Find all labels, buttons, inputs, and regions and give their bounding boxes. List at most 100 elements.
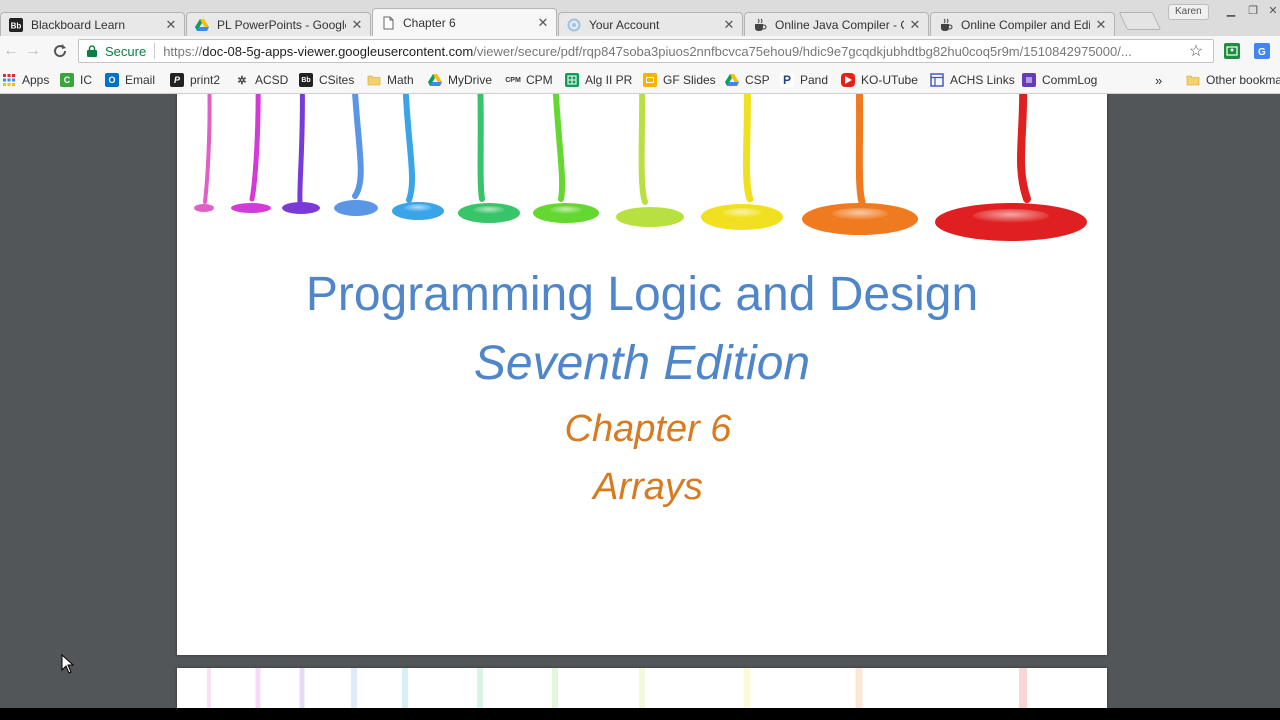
apps-grid-icon <box>2 73 16 87</box>
google-drive-icon <box>428 73 442 87</box>
bookmark-star-icon[interactable]: ☆ <box>1187 41 1205 61</box>
tab-title: Chapter 6 <box>403 15 456 30</box>
bookmark-csites[interactable]: Bb CSites <box>299 71 354 89</box>
extension-translate-icon[interactable]: G <box>1254 43 1270 59</box>
bookmark-mydrive[interactable]: MyDrive <box>428 71 492 89</box>
url-text[interactable]: https://doc-08-5g-apps-viewer.googleuser… <box>163 44 1187 59</box>
bookmark-label: CommLog <box>1042 73 1098 87</box>
paint-drips-faded-image <box>207 668 1027 708</box>
bookmark-commlog[interactable]: CommLog <box>1022 71 1097 89</box>
bookmark-label: MyDrive <box>448 73 492 87</box>
slide-topic: Arrays <box>593 466 703 508</box>
cpm-icon: CPM <box>505 76 521 84</box>
tab-title: Your Account <box>589 17 660 32</box>
bookmark-math[interactable]: Math <box>367 71 414 89</box>
bookmark-other-bookmarks[interactable]: Other bookma <box>1186 71 1280 89</box>
bookmark-label: ACSD <box>255 73 289 87</box>
sites-icon <box>930 73 944 87</box>
bookmark-csp[interactable]: CSP <box>725 71 770 89</box>
bookmark-label: Email <box>125 73 156 87</box>
blackboard-icon: Bb <box>9 17 23 32</box>
bookmark-label: CSP <box>745 73 770 87</box>
bookmark-label: GF Slides <box>663 73 716 87</box>
lock-icon[interactable] <box>87 45 97 57</box>
sheets-icon <box>565 73 579 87</box>
close-icon[interactable]: ✕ <box>908 17 922 32</box>
svg-text:Bb: Bb <box>11 21 22 30</box>
svg-text:G: G <box>1258 47 1266 58</box>
browser-toolbar: ← → Secure https://doc-08-5g-apps-viewer… <box>0 36 1280 66</box>
bookmark-label: Alg II PR <box>585 73 633 87</box>
google-drive-icon <box>195 18 209 32</box>
bookmark-acsd[interactable]: ✲ ACSD <box>235 71 288 89</box>
close-icon[interactable]: ✕ <box>164 17 178 32</box>
print-icon: P <box>170 73 184 87</box>
outlook-icon: O <box>105 73 119 87</box>
close-icon[interactable]: ✕ <box>722 17 736 32</box>
bottom-edge <box>0 708 1280 720</box>
bookmarks-overflow-button[interactable]: » <box>1155 71 1162 89</box>
tabs: Bb Blackboard Learn ✕ PL PowerPoints - G… <box>0 8 1116 36</box>
bookmark-label: Math <box>387 73 414 87</box>
forward-icon[interactable]: → <box>22 40 44 62</box>
slide-title: Programming Logic and Design <box>305 268 979 321</box>
new-tab-button[interactable] <box>1118 12 1162 30</box>
bookmark-pand[interactable]: P Pand <box>780 71 828 89</box>
tab-title: Blackboard Learn <box>31 17 126 32</box>
close-icon[interactable]: ✕ <box>350 17 364 32</box>
bookmark-label: CSites <box>319 73 355 87</box>
secure-label: Secure <box>105 43 147 59</box>
bookmark-email[interactable]: O Email <box>105 71 155 89</box>
url-scheme: https:// <box>163 43 203 59</box>
tab-pl-powerpoints[interactable]: PL PowerPoints - Google ✕ <box>186 12 371 36</box>
bookmark-label: ACHS Links <box>950 73 1015 87</box>
bookmark-apps[interactable]: Apps <box>2 71 49 89</box>
bookmark-ko-utube[interactable]: KO-UTube <box>841 71 918 89</box>
paint-drips-image <box>194 94 1087 241</box>
tab-online-compiler-editor[interactable]: Online Compiler and Edi ✕ <box>930 12 1115 36</box>
acsd-icon: ✲ <box>237 74 247 87</box>
extension-classroom-icon[interactable] <box>1224 43 1240 59</box>
tab-online-java-compiler[interactable]: Online Java Compiler - C ✕ <box>744 12 929 36</box>
slide-chapter: Chapter 6 <box>564 408 732 450</box>
restore-icon[interactable]: ❐ <box>1242 4 1264 20</box>
bookmark-label: print2 <box>190 73 221 87</box>
pdf-page-2 <box>177 668 1107 708</box>
close-icon[interactable]: ✕ <box>1094 17 1108 32</box>
tab-chapter-6[interactable]: Chapter 6 ✕ <box>372 8 557 36</box>
bookmark-ic[interactable]: C IC <box>60 71 92 89</box>
bookmark-alg-ii-pr[interactable]: Alg II PR <box>565 71 632 89</box>
bookmark-achs-links[interactable]: ACHS Links <box>930 71 1015 89</box>
tab-title: Online Java Compiler - C <box>775 17 904 32</box>
tab-your-account[interactable]: Your Account ✕ <box>558 12 743 36</box>
blackboard-icon: Bb <box>299 73 313 87</box>
pandora-icon: P <box>780 73 794 87</box>
address-bar[interactable]: Secure https://doc-08-5g-apps-viewer.goo… <box>78 39 1214 63</box>
close-icon[interactable]: ✕ <box>536 15 550 30</box>
profile-button[interactable]: Karen <box>1168 4 1209 20</box>
coffee-cup-icon <box>939 18 953 32</box>
bookmark-print2[interactable]: P print2 <box>170 71 220 89</box>
bookmarks-bar: Apps C IC O Email P print2 ✲ ACSD Bb CSi… <box>0 66 1280 94</box>
coffee-cup-icon <box>753 18 767 32</box>
pdf-page-1: Programming Logic and Design Seventh Edi… <box>177 94 1107 655</box>
tab-blackboard[interactable]: Bb Blackboard Learn ✕ <box>0 12 185 36</box>
infinite-campus-icon: C <box>60 73 74 87</box>
close-window-icon[interactable]: ✕ <box>1262 4 1280 20</box>
bookmark-label: CPM <box>526 73 553 87</box>
url-host: doc-08-5g-apps-viewer.googleusercontent.… <box>202 43 474 59</box>
back-icon[interactable]: ← <box>0 40 22 62</box>
bookmark-cpm[interactable]: CPM CPM <box>505 71 553 89</box>
bookmark-label: Apps <box>22 73 50 87</box>
google-drive-icon <box>725 73 739 87</box>
reload-icon[interactable] <box>49 40 71 62</box>
youtube-icon <box>841 73 855 87</box>
bookmark-label: Other bookma <box>1206 73 1280 87</box>
tab-strip: Bb Blackboard Learn ✕ PL PowerPoints - G… <box>0 0 1280 36</box>
minimize-icon[interactable]: ▁ <box>1220 4 1242 20</box>
bookmark-gf-slides[interactable]: GF Slides <box>643 71 716 89</box>
pdf-viewer[interactable]: Programming Logic and Design Seventh Edi… <box>0 94 1280 708</box>
document-icon <box>381 16 395 30</box>
slide-edition: Seventh Edition <box>473 337 811 390</box>
bookmark-label: IC <box>80 73 92 87</box>
